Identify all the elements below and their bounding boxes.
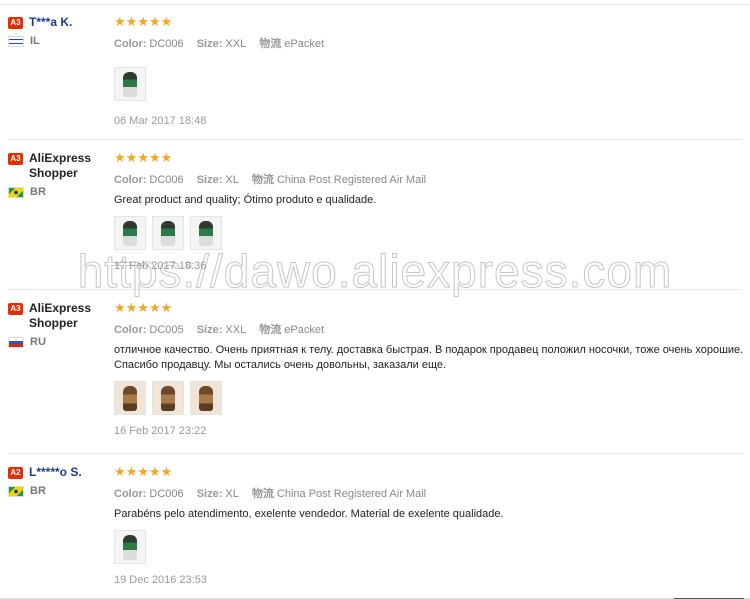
buyer-level-badge: A3 [8,303,23,315]
star-rating: ★★★★★ [114,464,173,479]
review-date: 17 Feb 2017 18:36 [114,260,207,272]
buyer-country: BR [8,186,113,198]
review-content: ★★★★★ Color: DC006 Size: XL 物流 China Post R… [114,151,750,272]
shipping-label: 物流 [251,488,274,500]
color-label: Color: [114,38,147,50]
shipping-label: 物流 [251,174,274,186]
country-code: RU [30,336,46,348]
country-code: BR [30,485,46,497]
buyer-name[interactable]: T***a K. [29,15,72,30]
review-photos [114,530,750,564]
order-info: Color: DC005 Size: XXL 物流 ePacket [114,321,750,337]
order-info: Color: DC006 Size: XXL 物流 ePacket [114,35,750,51]
buyer-country: IL [8,35,113,47]
size-value: XL [225,488,239,500]
review-divider [8,289,742,290]
review-photo-thumbnail[interactable] [114,67,146,101]
review-divider [8,139,742,140]
size-value: XL [225,174,239,186]
review-text: Great product and quality; Ótimo produto… [114,194,377,206]
buyer-info: A3 T***a K. IL [8,15,113,47]
size-value: XXL [225,324,247,336]
review-date: 19 Dec 2016 23:53 [114,574,207,586]
review-date: 16 Feb 2017 23:22 [114,425,207,437]
order-info: Color: DC006 Size: XL 物流 China Post Registe… [114,485,750,501]
star-rating: ★★★★★ [114,150,173,165]
review-content: ★★★★★ Color: DC006 Size: XXL 物流 ePacket 06 … [114,15,750,127]
review-photo-thumbnail[interactable] [190,216,222,250]
shipping-value: ePacket [284,38,324,50]
buyer-name[interactable]: AliExpress Shopper [29,151,113,181]
buyer-level-badge: A3 [8,153,23,165]
review-photo-thumbnail[interactable] [114,530,146,564]
country-code: IL [30,35,40,47]
color-value: DC006 [149,38,184,50]
review-photos [114,67,750,101]
size-label: Size: [196,324,223,336]
color-value: DC005 [149,324,184,336]
russia-flag-icon [8,336,24,348]
buyer-level-badge: A3 [8,17,23,29]
review-photos [114,216,750,250]
review-photos [114,381,750,415]
review-photo-thumbnail[interactable] [152,216,184,250]
country-code: BR [30,186,46,198]
color-value: DC006 [149,174,184,186]
color-label: Color: [114,324,147,336]
size-value: XXL [225,38,247,50]
top-divider [0,4,750,5]
review-divider [8,453,742,454]
israel-flag-icon [8,35,24,47]
shipping-label: 物流 [259,38,282,50]
review-date: 06 Mar 2017 18:48 [114,115,207,127]
star-rating: ★★★★★ [114,14,173,29]
review-photo-thumbnail[interactable] [190,381,222,415]
buyer-name[interactable]: AliExpress Shopper [29,301,113,331]
size-label: Size: [196,174,223,186]
star-rating: ★★★★★ [114,300,173,315]
buyer-info: A3 AliExpress Shopper BR [8,151,113,198]
review-content: ★★★★★ Color: DC005 Size: XXL 物流 ePacket отл… [114,301,750,437]
buyer-country: RU [8,336,113,348]
review-text: Parabéns pelo atendimento, exelente vend… [114,508,504,520]
buyer-level-badge: A2 [8,467,23,479]
review-content: ★★★★★ Color: DC006 Size: XL 物流 China Post R… [114,465,750,586]
brazil-flag-icon [8,485,24,497]
shipping-value: China Post Registered Air Mail [276,488,427,500]
buyer-country: BR [8,485,113,497]
size-label: Size: [196,38,223,50]
size-label: Size: [196,488,223,500]
color-label: Color: [114,488,147,500]
review-text: отличное качество. Очень приятная к телу… [114,344,744,371]
shipping-value: China Post Registered Air Mail [276,174,427,186]
brazil-flag-icon [8,186,24,198]
buyer-info: A3 AliExpress Shopper RU [8,301,113,348]
order-info: Color: DC006 Size: XL 物流 China Post Registe… [114,171,750,187]
shipping-value: ePacket [284,324,324,336]
review-photo-thumbnail[interactable] [114,216,146,250]
buyer-name[interactable]: L*****o S. [29,465,82,480]
buyer-info: A2 L*****o S. BR [8,465,113,497]
shipping-label: 物流 [259,324,282,336]
color-value: DC006 [149,488,184,500]
review-photo-thumbnail[interactable] [114,381,146,415]
review-photo-thumbnail[interactable] [152,381,184,415]
color-label: Color: [114,174,147,186]
